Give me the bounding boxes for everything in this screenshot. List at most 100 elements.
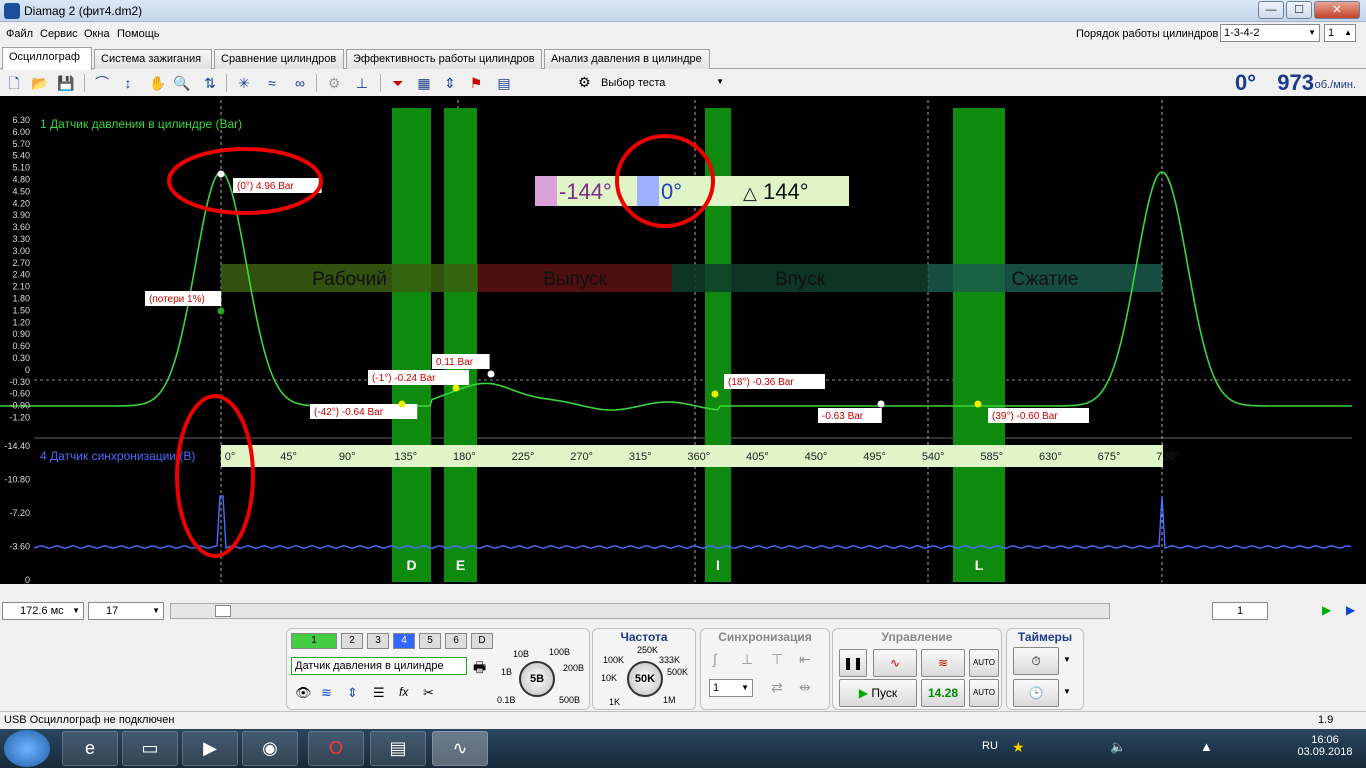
compare-icon[interactable]: ✳ [234,73,254,93]
maximize-button[interactable]: ☐ [1286,1,1312,19]
delta-icon: △ [743,183,757,203]
channel-button-1[interactable]: 1 [291,633,337,649]
test-select[interactable]: ⚙ Выбор теста ▼ [575,72,730,94]
edge-level-icon[interactable]: ⇤ [799,651,811,668]
fit-icon[interactable]: ⇅ [200,73,220,93]
minimize-button[interactable]: — [1258,1,1284,19]
function-icon[interactable]: fx [399,685,408,699]
annotation-label: (потери 1%) [149,294,205,305]
lines-icon[interactable]: ☰ [373,685,385,701]
channel-button-6[interactable]: 6 [445,633,467,649]
annotation-label: (-1°) -0.24 Bar [372,373,436,384]
channel-button-d[interactable]: D [471,633,493,649]
voltage-knob[interactable]: 5В [519,661,555,697]
play-forward-icon[interactable]: ▶ [1346,603,1355,617]
close-button[interactable]: ✕ [1314,1,1360,19]
clock[interactable]: 16:06 03.09.2018 [1290,734,1360,758]
start-label: Пуск [871,686,898,700]
waves-icon[interactable]: ≈ [262,73,282,93]
sync-channel-select[interactable]: 1 ▼ [709,679,753,697]
firefox-icon[interactable]: ◉ [242,731,298,766]
wave-icon[interactable]: ≋ [321,685,332,701]
chevron-down-icon[interactable]: ▼ [1063,655,1071,664]
phase-label: Впуск [775,269,826,290]
hand-icon[interactable]: ✋ [148,73,168,93]
menu-windows[interactable]: Окна [84,28,110,40]
timebase-select[interactable]: 172.6 мс ▼ [2,602,84,620]
ie-icon[interactable]: e [62,731,118,766]
menu-file[interactable]: Файл [6,28,33,40]
sine-button[interactable]: ∿ [873,649,917,677]
edge-up-icon[interactable]: ⊥ [741,651,753,668]
start-button[interactable]: ▶ Пуск [839,679,917,707]
auto-icon[interactable]: ⚙ [324,73,344,93]
shift-icon[interactable]: ⇄ [771,679,783,696]
channel-button-4[interactable]: 4 [393,633,415,649]
chevron-down-icon[interactable]: ▼ [1063,687,1071,696]
tab-cylinder-compare[interactable]: Сравнение цилиндров [214,49,344,69]
scrollbar-thumb[interactable] [215,605,231,617]
tab-cylinder-efficiency[interactable]: Эффективность работы цилиндров [346,49,542,69]
media-icon[interactable]: ▶ [182,731,238,766]
count-select[interactable]: 17 ▼ [88,602,164,620]
filter-icon[interactable]: ⏷ [388,73,408,93]
opera-icon[interactable]: O [308,731,364,766]
auto-button[interactable]: AUTO [969,649,999,677]
diamag-icon[interactable]: ∿ [432,731,488,766]
flag-icon[interactable]: ⚑ [466,73,486,93]
tab-ignition[interactable]: Система зажигания [94,49,212,69]
vertical-cursor-icon[interactable]: ↕ [118,73,138,93]
page-number[interactable]: 1 [1212,602,1268,620]
cylinder-spinner[interactable]: 1 ▲ [1324,24,1356,42]
menu-service[interactable]: Сервис [40,28,78,40]
spiral-icon[interactable]: ∞ [290,73,310,93]
auto-scale-button[interactable]: AUTO [969,679,999,707]
scope-canvas[interactable]: 6.30 6.00 5.70 5.40 5.10 4.804.50 4.20 3.90 3.60… [0,96,1366,584]
center-icon[interactable]: ⇹ [799,679,811,696]
split-icon[interactable]: ⇕ [440,73,460,93]
new-file-icon[interactable]: 🗋 [4,73,24,93]
winrar-icon[interactable]: ▤ [370,731,426,766]
timer-start-button[interactable]: ⏱ [1013,647,1059,675]
channel-button-5[interactable]: 5 [419,633,441,649]
channel-button-3[interactable]: 3 [367,633,389,649]
start-button[interactable] [4,730,50,767]
explorer-icon[interactable]: ▭ [122,731,178,766]
menu-help[interactable]: Помощь [117,28,160,40]
star-icon[interactable]: ★ [1012,739,1025,756]
oscilloscope-view[interactable]: 6.30 6.00 5.70 5.40 5.10 4.80 4.50 4.20 3.90 3.60… [0,96,1366,584]
freq-label: 500K [667,667,689,677]
freq-label: 1K [609,697,621,707]
zero-icon[interactable]: ⊥ [352,73,372,93]
open-folder-icon[interactable]: 📂 [30,73,50,93]
cursor-icon[interactable]: ⌒ [92,73,112,93]
tab-oscilloscope[interactable]: Осциллограф [2,47,92,70]
eye-icon[interactable]: 👁 [295,685,312,701]
network-icon[interactable]: ▲ [1200,739,1213,754]
language-indicator[interactable]: RU [982,740,998,752]
tab-pressure-analysis[interactable]: Анализ давления в цилиндре [544,49,710,69]
noise-button[interactable]: ≋ [921,649,965,677]
channel-sensor-select[interactable]: Датчик давления в цилиндре [291,657,467,675]
firing-order-select[interactable]: 1-3-4-2 ▼ [1220,24,1320,42]
grid-icon[interactable]: ▦ [414,73,434,93]
zoom-icon[interactable]: 🔍 [172,73,192,93]
pause-button[interactable]: ❚❚ [839,649,867,677]
data-point [877,400,885,408]
vertical-arrows-icon[interactable]: ⇕ [347,685,358,701]
note-icon[interactable]: ▤ [494,73,514,93]
save-icon[interactable]: 💾 [56,73,76,93]
print-icon[interactable]: 🖶 [473,657,486,681]
volume-icon[interactable]: 🔈 [1110,739,1126,755]
freq-label: 10K [601,673,618,683]
rising-edge-icon[interactable]: ∫ [713,651,717,667]
channel-button-2[interactable]: 2 [341,633,363,649]
edge-down-icon[interactable]: ⊤ [771,651,783,668]
tools-icon[interactable]: ✂ [423,685,434,701]
timer-stop-button[interactable]: 🕒 [1013,679,1059,707]
freq-label: 250K [637,645,659,655]
horizontal-scrollbar[interactable] [170,603,1110,619]
frequency-knob[interactable]: 50K [627,661,663,697]
rpm-unit: об./мин. [1314,79,1356,91]
play-icon[interactable]: ▶ [1322,603,1331,617]
